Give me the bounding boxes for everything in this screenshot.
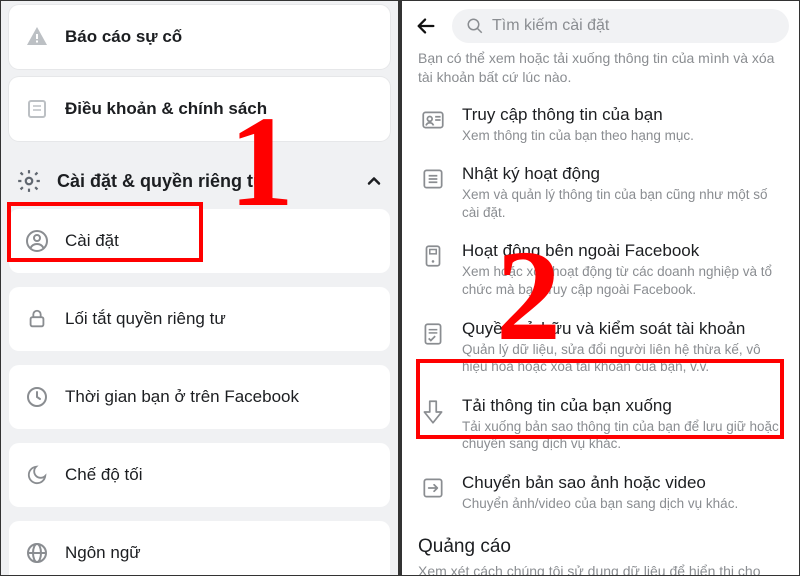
row-title: Truy cập thông tin của bạn [462, 105, 783, 125]
section-label: Cài đặt & quyền riêng tư [57, 171, 266, 192]
row-sub: Xem hoặc xóa hoạt động từ các doanh nghi… [462, 263, 783, 298]
row-access-info[interactable]: Truy cập thông tin của bạn Xem thông tin… [402, 95, 799, 155]
row-title: Quyền sở hữu và kiểm soát tài khoản [462, 319, 783, 339]
search-input[interactable]: Tìm kiếm cài đặt [452, 9, 789, 43]
row-sub: Xem và quản lý thông tin của bạn cũng nh… [462, 186, 783, 221]
lock-icon [23, 305, 51, 333]
section-ads: Quảng cáo [402, 522, 799, 560]
row-title: Nhật ký hoạt động [462, 164, 783, 184]
section-settings-privacy[interactable]: Cài đặt & quyền riêng tư [1, 149, 398, 209]
menu-item-privacy-shortcuts[interactable]: Lối tắt quyền riêng tư [9, 287, 390, 351]
menu-label: Cài đặt [65, 231, 119, 251]
menu-item-terms[interactable]: Điều khoản & chính sách [9, 77, 390, 141]
globe-icon [23, 539, 51, 567]
ads-sub: Xem xét cách chúng tôi sử dụng dữ liệu đ… [402, 560, 799, 575]
menu-label: Điều khoản & chính sách [65, 99, 267, 119]
clock-icon [23, 383, 51, 411]
chevron-up-icon [364, 171, 384, 191]
menu-label: Báo cáo sự cố [65, 27, 182, 47]
row-off-fb[interactable]: Hoạt động bên ngoài Facebook Xem hoặc xó… [402, 231, 799, 308]
row-transfer[interactable]: Chuyển bản sao ảnh hoặc video Chuyển ảnh… [402, 463, 799, 523]
topbar: Tìm kiếm cài đặt [402, 1, 799, 49]
row-title: Chuyển bản sao ảnh hoặc video [462, 473, 783, 493]
back-button[interactable] [412, 12, 440, 40]
menu-label: Thời gian bạn ở trên Facebook [65, 387, 299, 407]
moon-icon [23, 461, 51, 489]
menu-item-time[interactable]: Thời gian bạn ở trên Facebook [9, 365, 390, 429]
row-sub: Quản lý dữ liệu, sửa đổi người liên hệ t… [462, 341, 783, 376]
row-activity-log[interactable]: Nhật ký hoạt động Xem và quản lý thông t… [402, 154, 799, 231]
transfer-icon [418, 473, 448, 513]
search-placeholder: Tìm kiếm cài đặt [492, 17, 609, 35]
section-body: Cài đặt Lối tắt quyền riêng tư Thời gian… [1, 209, 398, 575]
intro-text: Bạn có thể xem hoặc tải xuống thông tin … [402, 49, 799, 95]
document-check-icon [418, 319, 448, 376]
row-ownership[interactable]: Quyền sở hữu và kiểm soát tài khoản Quản… [402, 309, 799, 386]
row-sub: Tải xuống bản sao thông tin của bạn để l… [462, 418, 783, 453]
left-pane-menu: Báo cáo sự cố Điều khoản & chính sách Cà… [1, 1, 398, 575]
menu-label: Lối tắt quyền riêng tư [65, 309, 226, 329]
right-pane-settings: Tìm kiếm cài đặt Bạn có thể xem hoặc tải… [402, 1, 799, 575]
row-sub: Xem thông tin của bạn theo hạng mục. [462, 127, 783, 145]
warning-icon [23, 23, 51, 51]
menu-label: Ngôn ngữ [65, 543, 141, 563]
row-download-info[interactable]: Tải thông tin của bạn xuống Tải xuống bả… [402, 386, 799, 463]
menu-item-language[interactable]: Ngôn ngữ [9, 521, 390, 575]
menu-item-settings[interactable]: Cài đặt [9, 209, 390, 273]
id-card-icon [418, 105, 448, 145]
row-title: Tải thông tin của bạn xuống [462, 396, 783, 416]
download-icon [418, 396, 448, 453]
app-icon [418, 241, 448, 298]
user-circle-icon [23, 227, 51, 255]
search-icon [466, 17, 484, 35]
row-title: Hoạt động bên ngoài Facebook [462, 241, 783, 261]
list-icon [418, 164, 448, 221]
menu-item-report[interactable]: Báo cáo sự cố [9, 5, 390, 69]
gear-icon [15, 167, 43, 195]
menu-item-dark-mode[interactable]: Chế độ tối [9, 443, 390, 507]
book-icon [23, 95, 51, 123]
menu-label: Chế độ tối [65, 465, 143, 485]
row-sub: Chuyển ảnh/video của bạn sang dịch vụ kh… [462, 495, 783, 513]
